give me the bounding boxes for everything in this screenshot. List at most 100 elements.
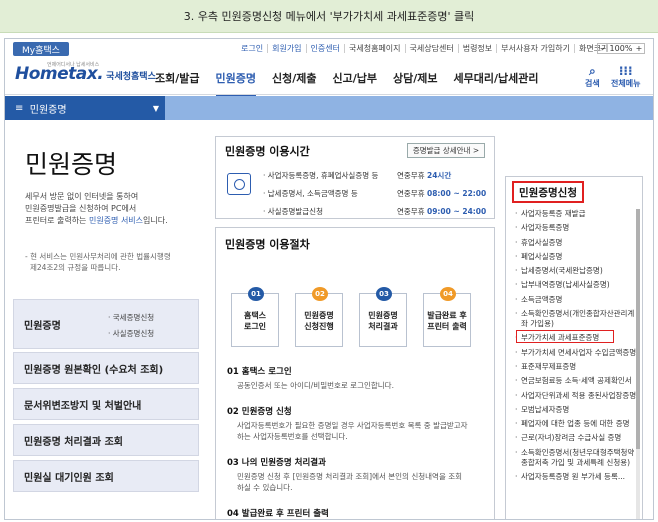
search-label: 검색	[585, 79, 600, 88]
zoom-value: 100%	[609, 44, 633, 53]
cert-item[interactable]: 근로(자녀)장려금 수급사실 증명	[515, 433, 637, 443]
cert-item[interactable]: 소득확인증명서(개인종합자산관리계좌 가입용)	[515, 309, 637, 329]
step-number: 03	[376, 287, 392, 301]
hours-prefix: 연중무휴	[397, 207, 427, 216]
submenu-tax-cert[interactable]: · 국세증명신청	[108, 310, 154, 326]
step-number: 01	[248, 287, 264, 301]
hours-row-label: · 사업자등록증명, 휴폐업사실증명 등	[263, 171, 379, 180]
step-line: 프린터 출력	[427, 322, 467, 331]
step-line: 민원증명	[304, 311, 334, 320]
list-scrollbar[interactable]	[636, 209, 640, 519]
nts-home-link[interactable]: 국세청홈페이지	[344, 44, 405, 53]
left-menu-label: 민원증명 처리결과 조회	[24, 436, 123, 448]
left-menu-label: 민원증명	[24, 320, 61, 332]
section-title: 03 나의 민원증명 처리결과	[227, 458, 326, 468]
cert-item[interactable]: 사업자등록증 재발급	[515, 209, 637, 219]
desc-line-3a: 프린터로 출력하는	[25, 216, 89, 225]
nav-report-pay[interactable]: 신고/납부	[332, 70, 377, 98]
section-title: 04 발급완료 후 프린터 출력	[227, 509, 329, 519]
hours-time: 24시간	[426, 171, 452, 180]
left-menu-label: 민원증명 원본확인 (수요처 조회)	[24, 364, 164, 376]
left-menu-forgery[interactable]: 문서위변조방지 및 처벌안내	[13, 388, 199, 420]
highlight-box	[516, 330, 614, 343]
cert-item[interactable]: 사업자단위과세 적용 종된사업장증명	[515, 391, 637, 401]
desc-line-3: 프린터로 출력하는 민원증명 서비스입니다.	[25, 215, 205, 227]
nav-consult[interactable]: 상담/제보	[393, 70, 438, 98]
step-card: 03 민원증명처리결과	[359, 287, 407, 347]
section-label: 민원증명	[29, 104, 67, 116]
zoom-control[interactable]: − 100% +	[597, 43, 645, 54]
cert-item[interactable]: 폐업사실증명	[515, 252, 637, 262]
left-menu-original-check[interactable]: 민원증명 원본확인 (수요처 조회)	[13, 352, 199, 384]
my-hometax-tab[interactable]: My홈택스	[13, 42, 69, 56]
login-link[interactable]: 로그인	[237, 44, 267, 53]
search-button[interactable]: ⌕ 검색	[585, 65, 600, 89]
zoom-out-icon[interactable]: −	[600, 44, 607, 53]
section-dropdown[interactable]: ≡ 민원증명 ▼	[5, 96, 165, 120]
cert-item[interactable]: 폐업자에 대한 업종 등에 대한 증명	[515, 419, 637, 429]
step-line: 로그인	[243, 322, 267, 331]
nav-lookup[interactable]: 조회/발급	[155, 70, 200, 98]
nav-tax-agent[interactable]: 세무대리/납세관리	[453, 70, 538, 98]
logo-tagline: 언제어디서나 납세서비스	[47, 62, 100, 68]
dept-user-link[interactable]: 부서사용자 가입하기	[496, 44, 574, 53]
step-line: 발급완료 후	[427, 311, 467, 320]
utility-links: 로그인 회원가입 인증센터 국세청홈페이지 국세상담센터 법령정보 부서사용자 …	[237, 44, 612, 53]
cert-item[interactable]: 납세증명서(국세완납증명)	[515, 266, 637, 276]
scrollbar-thumb[interactable]	[636, 209, 640, 449]
left-menu-result[interactable]: 민원증명 처리결과 조회	[13, 424, 199, 456]
left-menu-civil-cert[interactable]: 민원증명 · 국세증명신청 · 사실증명신청	[13, 299, 199, 349]
page-title: 민원증명	[25, 150, 118, 179]
hours-row-label: · 사실증명발급신청	[263, 207, 323, 216]
hours-prefix: 연중무휴	[397, 171, 427, 180]
counsel-link[interactable]: 국세상담센터	[404, 44, 458, 53]
hours-time: 09:00 ~ 24:00	[426, 207, 487, 216]
desc-line: 하실 수 있습니다.	[237, 483, 293, 492]
desc-line: 하는 사업자등록번호를 선택합니다.	[237, 432, 348, 441]
left-menu-waiting[interactable]: 민원실 대기인원 조회	[13, 460, 199, 492]
left-menu-label: 문서위변조방지 및 처벌안내	[24, 400, 142, 412]
hours-prefix: 연중무휴	[397, 189, 427, 198]
grid-icon: ⁝⁝⁝	[618, 64, 633, 78]
nav-apply[interactable]: 신청/제출	[272, 70, 317, 98]
cert-item[interactable]: 납부내역증명(납세사실증명)	[515, 280, 637, 290]
instruction-banner: 3. 우측 민원증명신청 메뉴에서 '부가가치세 과세표준증명' 클릭	[0, 0, 658, 33]
cert-item[interactable]: 모범납세자증명	[515, 405, 637, 415]
cert-item[interactable]: 부가가치세 면세사업자 수입금액증명	[515, 348, 637, 358]
hometax-logo[interactable]: 언제어디서나 납세서비스 Hometax. 국세청홈택스	[15, 62, 156, 84]
cert-center-link[interactable]: 인증센터	[305, 44, 344, 53]
section-desc: 민원증명 신청 후 [민원증명 처리결과 조회]에서 본인의 신청내역을 조회하…	[237, 471, 487, 493]
cert-item[interactable]: 소득확인증명서(청년우대형주택청약종합저축 가입 및 과세특례 신청용)	[515, 448, 637, 468]
cert-item[interactable]: 연금보험료등 소득·세액 공제확인서	[515, 376, 637, 386]
zoom-in-icon[interactable]: +	[636, 44, 643, 53]
submenu-fact-cert[interactable]: · 사실증명신청	[108, 326, 154, 342]
step-line: 민원증명	[368, 311, 398, 320]
hours-row-value: 연중무휴 24시간	[397, 170, 451, 181]
section-title: 01 홈택스 로그인	[227, 367, 292, 377]
cert-list: 사업자등록증 재발급 사업자등록증명 휴업사실증명 폐업사실증명 납세증명서(국…	[515, 209, 637, 486]
cert-item[interactable]: 소득금액증명	[515, 295, 637, 305]
cert-item[interactable]: 사업자등록증명 원 부가세 등록...	[515, 472, 637, 482]
instruction-text: 3. 우측 민원증명신청 메뉴에서 '부가가치세 과세표준증명' 클릭	[183, 10, 475, 23]
left-menu-label: 민원실 대기인원 조회	[24, 472, 114, 484]
hours-row-value: 연중무휴 08:00 ~ 22:00	[397, 188, 486, 199]
utility-bar: My홈택스 로그인 회원가입 인증센터 국세청홈페이지 국세상담센터 법령정보 …	[5, 39, 653, 57]
section-bar: ≡ 민원증명 ▼	[5, 96, 653, 120]
step-line: 처리결과	[368, 322, 398, 331]
section-title: 02 민원증명 신청	[227, 407, 292, 417]
signup-link[interactable]: 회원가입	[267, 44, 305, 53]
desc-line: 민원증명 신청 후 [민원증명 처리결과 조회]에서 본인의 신청내역을 조회	[237, 472, 463, 481]
nav-civil-cert[interactable]: 민원증명	[215, 70, 256, 98]
note-line-1: - 현 서비스는 민원사무처리에 관한 법률시행령	[25, 252, 171, 261]
desc-line-1: 세무서 방문 없이 인터넷을 통하여	[25, 192, 139, 201]
hours-title: 민원증명 이용시간	[225, 145, 310, 158]
detail-guide-button[interactable]: 증명발급 상세안내 >	[407, 143, 485, 158]
cert-item[interactable]: 표준재무제표증명	[515, 362, 637, 372]
law-link[interactable]: 법령정보	[457, 44, 496, 53]
cert-item[interactable]: 휴업사실증명	[515, 238, 637, 248]
cert-item[interactable]: 사업자등록증명	[515, 223, 637, 233]
section-desc: 사업자등록번호가 필요한 증명일 경우 사업자등록번호 목록 중 발급받고자 하는…	[237, 420, 487, 442]
desc-line-3c: 입니다.	[143, 216, 168, 225]
all-menu-button[interactable]: ⁝⁝⁝ 전체메뉴	[611, 65, 640, 89]
clock-icon	[227, 173, 251, 195]
